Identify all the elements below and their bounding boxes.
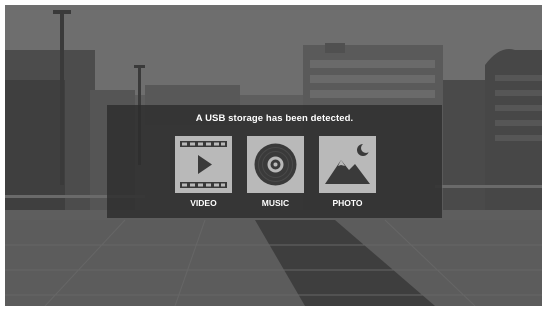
photo-tile[interactable] (319, 136, 376, 193)
video-film-icon (180, 141, 227, 188)
video-option[interactable]: VIDEO (175, 136, 232, 208)
music-label: MUSIC (261, 198, 290, 208)
usb-detected-message: A USB storage has been detected. (195, 113, 354, 124)
music-tile[interactable] (247, 136, 304, 193)
music-disc-icon (254, 143, 297, 186)
video-tile[interactable] (175, 136, 232, 193)
music-option[interactable]: MUSIC (247, 136, 304, 208)
photo-label: PHOTO (332, 198, 363, 208)
photo-option[interactable]: PHOTO (319, 136, 376, 208)
tv-screen: A USB storage has been detected. VIDEO M… (5, 5, 542, 306)
video-label: VIDEO (190, 198, 217, 208)
photo-landscape-icon (325, 143, 371, 184)
usb-detected-dialog: A USB storage has been detected. VIDEO M… (107, 105, 442, 218)
